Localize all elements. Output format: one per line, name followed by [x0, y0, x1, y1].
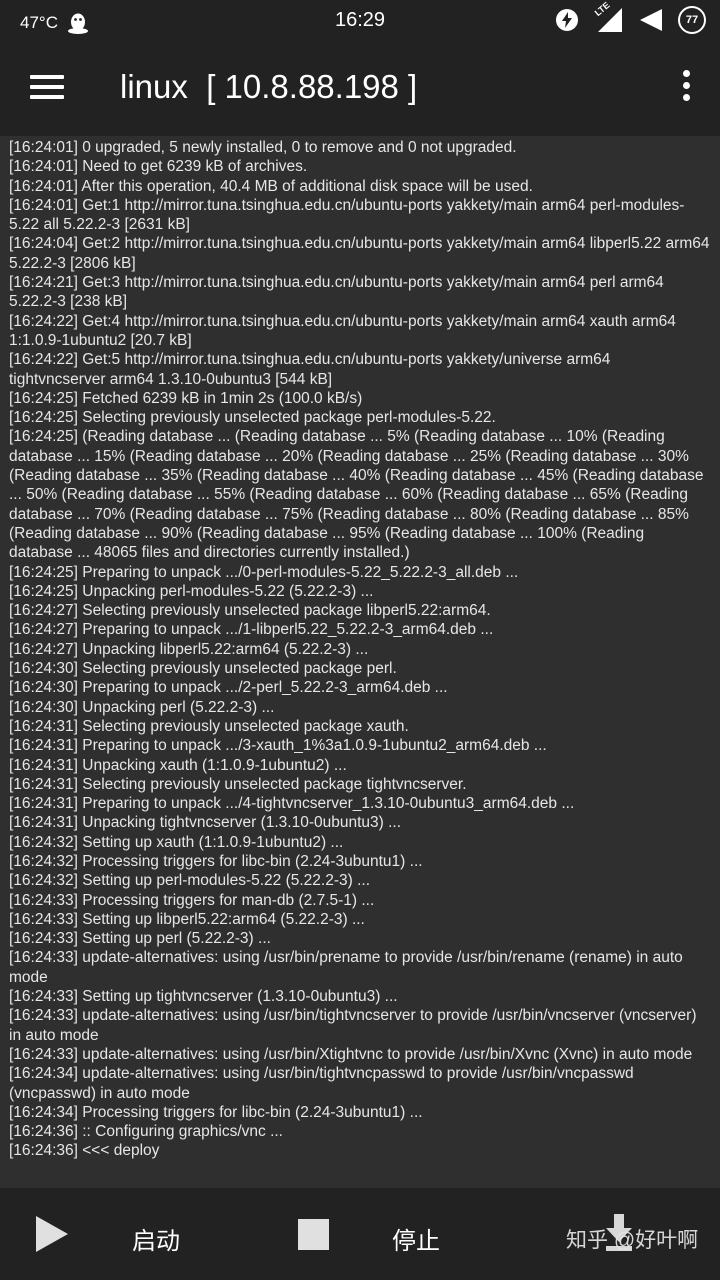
- log-line: [16:24:21] Get:3 http://mirror.tuna.tsin…: [9, 274, 664, 311]
- log-line: [16:24:22] Get:5 http://mirror.tuna.tsin…: [9, 351, 611, 388]
- log-line: [16:24:27] Unpacking libperl5.22:arm64 (…: [9, 640, 369, 658]
- log-line: [16:24:30] Unpacking perl (5.22.2-3) ...: [9, 698, 275, 716]
- log-line: [16:24:32] Setting up xauth (1:1.0.9-1ub…: [9, 833, 344, 851]
- play-icon[interactable]: [36, 1216, 68, 1252]
- log-line: [16:24:25] Preparing to unpack .../0-per…: [9, 563, 519, 581]
- status-right: LTE 77: [554, 0, 706, 34]
- watermark-text: 知乎 @好叶啊: [566, 1229, 699, 1252]
- log-line: [16:24:25] (Reading database ... (Readin…: [9, 428, 704, 562]
- log-line: [16:24:31] Preparing to unpack .../3-xau…: [9, 737, 547, 755]
- log-line: [16:24:34] Processing triggers for libc-…: [9, 1103, 423, 1121]
- more-vert-icon[interactable]: [682, 70, 692, 102]
- page-title: linux [ 10.8.88.198 ]: [120, 68, 418, 105]
- lte-signal-icon: LTE: [593, 0, 624, 34]
- log-line: [16:24:27] Selecting previously unselect…: [9, 602, 491, 620]
- log-line: [16:24:31] Preparing to unpack .../4-tig…: [9, 795, 575, 813]
- log-line: [16:24:33] Setting up tightvncserver (1.…: [9, 988, 398, 1006]
- log-line: [16:24:01] 0 upgraded, 5 newly installed…: [9, 139, 517, 156]
- log-line: [16:24:31] Selecting previously unselect…: [9, 775, 467, 793]
- log-line: [16:24:33] update-alternatives: using /u…: [9, 949, 683, 986]
- log-line: [16:24:25] Selecting previously unselect…: [9, 409, 496, 427]
- log-line: [16:24:01] Need to get 6239 kB of archiv…: [9, 158, 308, 176]
- log-line: [16:24:25] Unpacking perl-modules-5.22 (…: [9, 582, 374, 600]
- log-line: [16:24:04] Get:2 http://mirror.tuna.tsin…: [9, 235, 710, 272]
- start-button[interactable]: 启动: [132, 1221, 180, 1256]
- stop-icon[interactable]: [298, 1219, 329, 1250]
- hamburger-menu-icon[interactable]: [30, 75, 64, 101]
- battery-level: 77: [685, 14, 699, 26]
- data-saver-icon: [556, 9, 578, 31]
- stop-button[interactable]: 停止: [392, 1221, 440, 1256]
- log-line: [16:24:31] Unpacking xauth (1:1.0.9-1ubu…: [9, 756, 347, 774]
- log-text: [16:24:01] 0 upgraded, 5 newly installed…: [0, 136, 720, 1161]
- log-line: [16:24:22] Get:4 http://mirror.tuna.tsin…: [9, 312, 676, 349]
- log-line: [16:24:25] Fetched 6239 kB in 1min 2s (1…: [9, 389, 363, 407]
- app-bar: linux [ 10.8.88.198 ]: [0, 40, 720, 136]
- log-line: [16:24:33] update-alternatives: using /u…: [9, 1007, 697, 1044]
- log-line: [16:24:33] Setting up libperl5.22:arm64 …: [9, 910, 365, 928]
- log-line: [16:24:32] Setting up perl-modules-5.22 …: [9, 872, 371, 890]
- wifi-signal-icon: [640, 9, 662, 31]
- status-bar: 47°C 16:29 LTE 77: [0, 0, 720, 40]
- log-line: [16:24:32] Processing triggers for libc-…: [9, 852, 423, 870]
- log-line: [16:24:31] Unpacking tightvncserver (1.3…: [9, 814, 402, 832]
- log-line: [16:24:30] Selecting previously unselect…: [9, 660, 397, 678]
- log-line: [16:24:30] Preparing to unpack .../2-per…: [9, 679, 448, 697]
- log-line: [16:24:01] Get:1 http://mirror.tuna.tsin…: [9, 196, 685, 234]
- log-line: [16:24:33] Processing triggers for man-d…: [9, 891, 375, 909]
- log-line: [16:24:34] update-alternatives: using /u…: [9, 1065, 634, 1102]
- log-line: [16:24:36] <<< deploy: [9, 1142, 160, 1160]
- terminal-output[interactable]: [16:24:01] 0 upgraded, 5 newly installed…: [0, 136, 720, 1188]
- log-line: [16:24:33] update-alternatives: using /u…: [9, 1045, 693, 1063]
- log-line: [16:24:01] After this operation, 40.4 MB…: [9, 177, 533, 195]
- log-line: [16:24:31] Selecting previously unselect…: [9, 717, 409, 735]
- battery-icon: 77: [678, 6, 706, 34]
- log-line: [16:24:36] :: Configuring graphics/vnc .…: [9, 1123, 283, 1141]
- bottom-bar: 启动 停止 知乎 @好叶啊: [0, 1188, 720, 1280]
- log-line: [16:24:33] Setting up perl (5.22.2-3) ..…: [9, 930, 271, 948]
- log-line: [16:24:27] Preparing to unpack .../1-lib…: [9, 621, 494, 639]
